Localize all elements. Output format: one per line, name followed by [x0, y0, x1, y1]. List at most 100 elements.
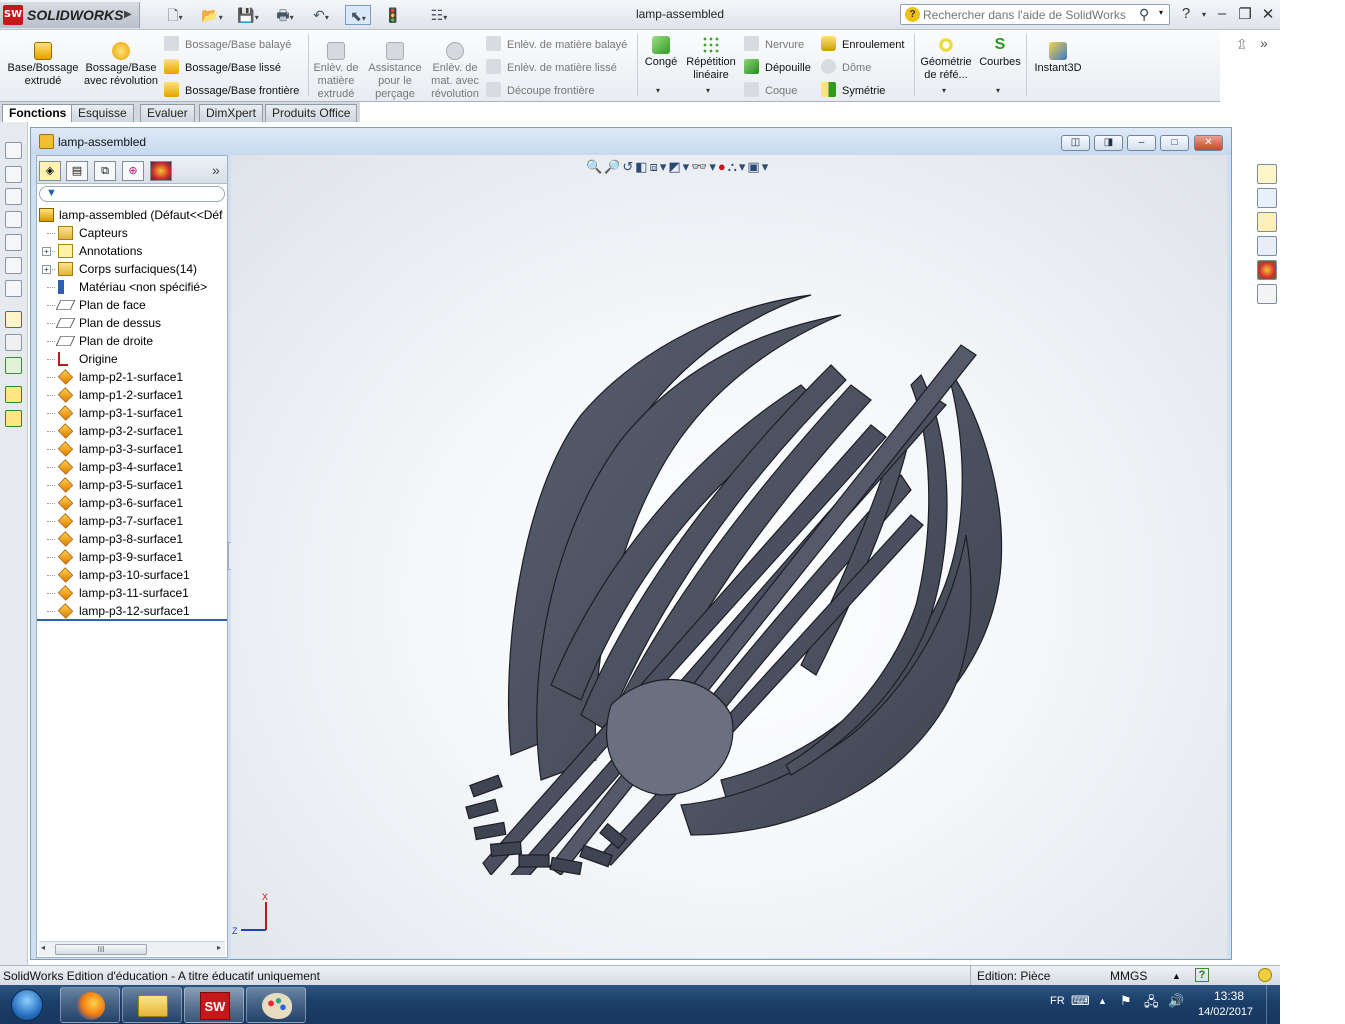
tile-vertical-icon[interactable]: ◨ — [1094, 135, 1123, 151]
zoom-to-area-icon[interactable]: 🔎 — [604, 159, 622, 174]
previous-view-icon[interactable]: ↺ — [622, 159, 635, 174]
tab-evaluer[interactable]: Evaluer — [140, 104, 195, 122]
rebuild-status-icon[interactable] — [1258, 968, 1272, 982]
configurationmanager-tab-icon[interactable]: ⧉ — [94, 161, 116, 181]
scroll-left-icon[interactable]: ◂ — [41, 943, 45, 952]
tree-item[interactable]: lamp-p3-8-surface1 — [37, 530, 227, 548]
doc-minimize-icon[interactable]: – — [1127, 135, 1156, 151]
quick-tips-icon[interactable]: ? — [1195, 968, 1209, 982]
options-icon[interactable]: ☷▾ — [426, 5, 452, 25]
new-document-icon[interactable]: 🗋▾ — [162, 5, 188, 25]
clock-time[interactable]: 13:38 — [1214, 989, 1244, 1003]
view-bottom-icon[interactable] — [5, 257, 22, 274]
tree-item[interactable]: lamp-p3-7-surface1 — [37, 512, 227, 530]
volume-icon[interactable]: 🔊 — [1168, 993, 1184, 1009]
save-icon[interactable]: 💾▾ — [235, 5, 261, 25]
apply-scene-icon[interactable]: ⛬▾ — [728, 159, 748, 174]
clock-date[interactable]: 14/02/2017 — [1198, 1006, 1253, 1018]
swept-cut-button[interactable]: Enlèv. de matière balayé — [486, 36, 627, 51]
mirror-button[interactable]: Symétrie — [821, 82, 885, 97]
relations-icon[interactable] — [5, 357, 22, 374]
base-revolve-button[interactable]: Bossage/Base avec révolution — [84, 42, 158, 88]
tree-item[interactable]: lamp-p3-1-surface1 — [37, 404, 227, 422]
tree-item[interactable]: lamp-p3-6-surface1 — [37, 494, 227, 512]
featuremanager-tab-icon[interactable]: ◈ — [39, 161, 61, 181]
taskbar-solidworks[interactable]: SW — [184, 987, 244, 1023]
tree-item[interactable]: Plan de dessus — [37, 314, 227, 332]
graphics-area[interactable]: 🔍🔎↺◧⧈▾◩▾👓▾●⛬▾▣▾ Z X — [231, 155, 1227, 958]
file-explorer-icon[interactable] — [1257, 212, 1277, 232]
ref-geometry-dropdown-icon[interactable]: ▾ — [942, 86, 946, 95]
help-dropdown-icon[interactable]: ▾ — [1194, 10, 1214, 19]
tree-item[interactable]: lamp-p1-2-surface1 — [37, 386, 227, 404]
tree-item[interactable]: Capteurs — [37, 224, 227, 242]
show-desktop-button[interactable] — [1266, 985, 1280, 1024]
tree-item[interactable]: lamp-p3-10-surface1 — [37, 566, 227, 584]
tree-item[interactable]: Origine — [37, 350, 227, 368]
print-icon[interactable]: 🖶▾ — [272, 5, 298, 25]
restore-icon[interactable]: ❐ — [1235, 5, 1255, 23]
tab-produits-office[interactable]: Produits Office — [265, 104, 358, 122]
language-indicator[interactable]: FR — [1050, 995, 1065, 1007]
start-button[interactable] — [2, 986, 50, 1023]
tree-horizontal-scrollbar[interactable]: ◂ III ▸ — [39, 941, 225, 956]
pin-icon[interactable]: ⇫ — [1236, 36, 1248, 53]
expand-toggle-icon[interactable]: + — [42, 265, 51, 274]
expand-toggle-icon[interactable]: + — [42, 247, 51, 256]
rollback-bar[interactable] — [37, 619, 227, 621]
tree-item[interactable]: Plan de droite — [37, 332, 227, 350]
view-settings-icon[interactable]: ▣▾ — [747, 159, 770, 174]
minimize-icon[interactable]: – — [1212, 5, 1232, 22]
fillet-button[interactable]: Congé — [640, 36, 682, 69]
search-dropdown-icon[interactable]: ▾ — [1159, 8, 1163, 17]
tree-item[interactable]: lamp-p3-4-surface1 — [37, 458, 227, 476]
feature-icon[interactable] — [5, 386, 22, 403]
view-front-icon[interactable] — [5, 142, 22, 159]
open-icon[interactable]: 📂▾ — [199, 5, 225, 25]
taskbar-explorer[interactable] — [122, 987, 182, 1023]
tree-item[interactable]: + Annotations — [37, 242, 227, 260]
shell-button[interactable]: Coque — [744, 82, 797, 97]
keyboard-icon[interactable]: ⌨ — [1071, 993, 1090, 1009]
help-search-input[interactable] — [923, 7, 1133, 22]
dome-button[interactable]: Dôme — [821, 59, 871, 74]
help-icon[interactable]: ? — [1176, 5, 1196, 22]
extruded-cut-button[interactable]: Enlèv. de matière extrudé — [310, 42, 362, 101]
propertymanager-tab-icon[interactable]: ▤ — [66, 161, 88, 181]
hide-show-items-icon[interactable]: 👓▾ — [691, 159, 718, 174]
view-top-icon[interactable] — [5, 234, 22, 251]
feature2-icon[interactable] — [5, 410, 22, 427]
draft-button[interactable]: Dépouille — [744, 59, 811, 74]
base-extrude-button[interactable]: Base/Bossage extrudé — [6, 42, 80, 88]
curves-button[interactable]: S Courbes — [977, 36, 1023, 69]
revolved-cut-button[interactable]: Enlèv. de mat. avec révolution — [426, 42, 484, 101]
boundary-boss-button[interactable]: Bossage/Base frontière — [164, 82, 299, 97]
tree-item[interactable]: lamp-p3-11-surface1 — [37, 584, 227, 602]
tree-item[interactable]: Matériau <non spécifié> — [37, 278, 227, 296]
undo-icon[interactable]: ↶▾ — [308, 5, 334, 25]
tree-filter-box[interactable]: ▼ — [39, 186, 225, 202]
scroll-right-icon[interactable]: ▸ — [217, 943, 221, 952]
rib-button[interactable]: Nervure — [744, 36, 804, 51]
tree-root[interactable]: lamp-assembled (Défaut<<Déf — [37, 206, 227, 224]
swept-boss-button[interactable]: Bossage/Base balayé — [164, 36, 291, 51]
zoom-to-fit-icon[interactable]: 🔍 — [586, 159, 604, 174]
taskbar-firefox[interactable] — [60, 987, 120, 1023]
taskbar-paint[interactable] — [246, 987, 306, 1023]
lamp-3d-model[interactable] — [431, 235, 1031, 875]
pattern-dropdown-icon[interactable]: ▾ — [706, 86, 710, 95]
curves-dropdown-icon[interactable]: ▾ — [996, 86, 1000, 95]
section-view-icon[interactable]: ◧ — [635, 159, 649, 174]
tree-item[interactable]: lamp-p2-1-surface1 — [37, 368, 227, 386]
display-style-icon[interactable]: ◩▾ — [668, 159, 691, 174]
tab-esquisse[interactable]: Esquisse — [71, 104, 134, 122]
tree-item[interactable]: lamp-p3-5-surface1 — [37, 476, 227, 494]
tile-horizontal-icon[interactable]: ◫ — [1061, 135, 1090, 151]
close-icon[interactable]: ✕ — [1258, 5, 1278, 23]
view-back-icon[interactable] — [5, 166, 22, 183]
tree-item[interactable]: lamp-p3-9-surface1 — [37, 548, 227, 566]
view-palette-icon[interactable] — [1257, 236, 1277, 256]
dimxpert-tab-icon[interactable]: ⊕ — [122, 161, 144, 181]
tree-item[interactable]: + Corps surfaciques(14) — [37, 260, 227, 278]
tree-item[interactable]: lamp-p3-2-surface1 — [37, 422, 227, 440]
